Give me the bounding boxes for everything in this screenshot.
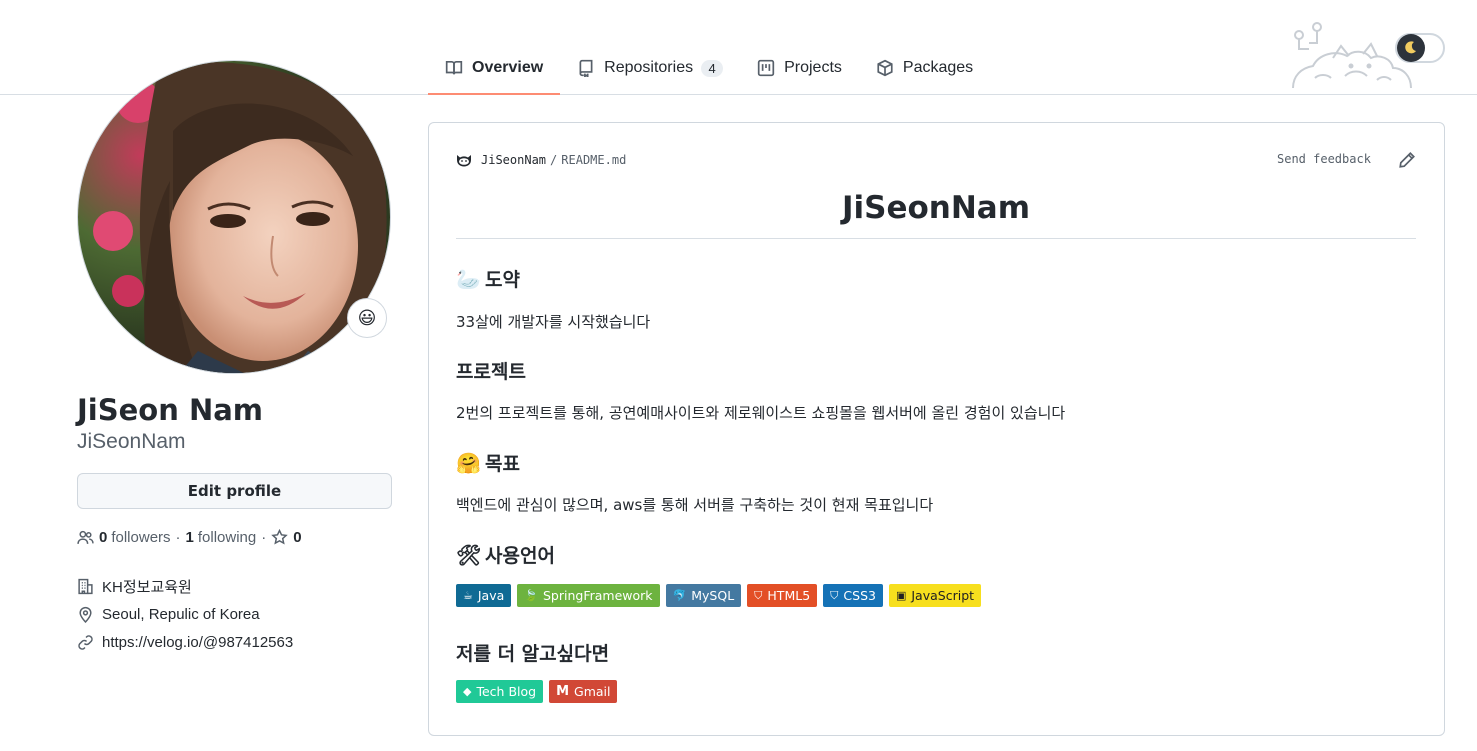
follow-stats: 0 followers · 1 following · 0 — [77, 529, 306, 546]
tab-packages[interactable]: Packages — [859, 42, 990, 94]
badge-gmail[interactable]: M Gmail — [549, 680, 618, 703]
tab-packages-label: Packages — [902, 59, 974, 76]
badge-label: Java — [477, 588, 505, 603]
tab-projects-label: Projects — [784, 59, 842, 76]
readme-file-path: JiSeonNam / README.md — [455, 152, 626, 168]
badge-mysql[interactable]: 🐬 MySQL — [665, 584, 742, 607]
location-icon — [79, 606, 92, 623]
badge-spring[interactable]: 🍃 SpringFramework — [517, 584, 660, 607]
contact-badges: ◆ Tech Blog M Gmail — [456, 680, 618, 703]
section-paragraph-leap: 33살에 개발자를 시작했습니다 — [456, 313, 651, 331]
tab-repositories-label: Repositories — [604, 59, 694, 76]
javascript-icon: ▣ — [895, 589, 907, 602]
readme-title: JiSeonNam — [841, 190, 1031, 226]
title-divider — [456, 238, 1416, 239]
badge-label: HTML5 — [767, 588, 811, 603]
badge-label: JavaScript — [911, 588, 975, 603]
velog-icon: ◆ — [463, 685, 472, 698]
edit-readme-button[interactable] — [1398, 151, 1416, 169]
following-count: 1 — [185, 529, 194, 546]
star-icon — [271, 529, 289, 545]
badge-label: Gmail — [574, 684, 611, 699]
theme-toggle-switch[interactable] — [1395, 33, 1445, 63]
badge-tech-blog[interactable]: ◆ Tech Blog — [456, 680, 544, 703]
octocat-icon — [457, 155, 471, 167]
section-paragraph-goal: 백엔드에 관심이 많으며, aws를 통해 서버를 구축하는 것이 현재 목표입… — [456, 496, 934, 514]
badge-label: Tech Blog — [476, 684, 537, 699]
tab-overview[interactable]: Overview — [428, 42, 561, 95]
organization-icon — [78, 578, 93, 594]
followers-label: followers — [111, 529, 171, 546]
stars-count: 0 — [293, 529, 302, 546]
send-feedback-link[interactable]: Send feedback — [1277, 152, 1371, 166]
section-heading-languages: 🛠 사용언어 — [456, 541, 555, 568]
hugging-face-icon: 🤗 — [456, 450, 481, 475]
profile-username: JiSeonNam — [77, 430, 186, 453]
avatar[interactable] — [77, 60, 391, 374]
section-heading-contact: 저를 더 알고싶다면 — [456, 639, 609, 666]
location-item: Seoul, Repulic of Korea — [77, 600, 293, 628]
badge-css3[interactable]: ⛉ CSS3 — [823, 584, 883, 607]
section-heading-text: 목표 — [485, 453, 520, 475]
readme-file-link[interactable]: README.md — [561, 153, 626, 167]
skill-badges: ☕ Java 🍃 SpringFramework 🐬 MySQL ⛉ HTML5 ⛉ CS… — [456, 584, 982, 607]
badge-html5[interactable]: ⛉ HTML5 — [747, 584, 818, 607]
project-icon — [757, 59, 775, 77]
profile-details: KH정보교육원 Seoul, Repulic of Korea https://… — [77, 572, 293, 656]
mysql-icon: 🐬 — [672, 589, 687, 602]
separator-dot: · — [261, 529, 267, 546]
website-item: https://velog.io/@987412563 — [77, 628, 293, 656]
avatar-photo — [78, 61, 390, 373]
separator-dot: · — [175, 529, 181, 546]
company-item: KH정보교육원 — [77, 572, 293, 600]
badge-label: SpringFramework — [542, 588, 653, 603]
section-heading-text: 프로젝트 — [456, 361, 526, 383]
gmail-icon: M — [556, 684, 570, 699]
people-icon — [77, 530, 94, 544]
package-icon — [877, 59, 893, 77]
set-status-button[interactable]: 😃 — [347, 298, 387, 338]
section-heading-text: 도약 — [485, 269, 520, 291]
book-icon — [445, 60, 463, 75]
section-heading-goal: 🤗 목표 — [456, 449, 520, 476]
edit-profile-button[interactable]: Edit profile — [77, 473, 392, 509]
swan-icon: 🦢 — [456, 266, 481, 291]
section-paragraph-project: 2번의 프로젝트를 통해, 공연예매사이트와 제로웨이스트 쇼핑몰을 웹서버에 … — [456, 404, 1066, 422]
readme-owner-link[interactable]: JiSeonNam — [481, 153, 546, 167]
stars-link[interactable]: 0 — [271, 529, 305, 546]
location-text: Seoul, Repulic of Korea — [102, 605, 260, 623]
badge-label: MySQL — [691, 588, 735, 603]
profile-avatar-container: 😃 — [77, 60, 391, 374]
company-text: KH정보교육원 — [102, 578, 192, 596]
following-label: following — [197, 529, 257, 546]
html5-icon: ⛉ — [754, 588, 763, 602]
section-heading-text: 저를 더 알고싶다면 — [456, 643, 610, 665]
badge-java[interactable]: ☕ Java — [456, 584, 512, 607]
section-heading-project: 프로젝트 — [456, 357, 526, 384]
tab-overview-label: Overview — [472, 59, 544, 76]
link-icon — [78, 634, 93, 650]
spring-icon: 🍃 — [524, 589, 538, 602]
css3-icon: ⛉ — [830, 588, 839, 602]
status-emoji: 😃 — [357, 307, 377, 328]
java-icon: ☕ — [463, 589, 473, 602]
badge-javascript[interactable]: ▣ JavaScript — [888, 584, 982, 607]
section-heading-leap: 🦢 도약 — [456, 265, 520, 292]
repo-icon — [579, 59, 593, 77]
followers-count: 0 — [99, 529, 108, 546]
repo-count-badge: 4 — [701, 59, 724, 77]
section-heading-text: 사용언어 — [485, 545, 555, 567]
path-separator: / — [550, 153, 558, 167]
tab-projects[interactable]: Projects — [740, 42, 859, 94]
tab-nav: Overview Repositories 4 Projects Package… — [428, 42, 990, 95]
badge-label: CSS3 — [843, 588, 876, 603]
tab-repositories[interactable]: Repositories 4 — [560, 42, 740, 94]
tools-icon: 🛠 — [456, 542, 482, 567]
website-link[interactable]: https://velog.io/@987412563 — [102, 634, 293, 651]
pencil-icon — [1399, 152, 1415, 168]
profile-full-name: JiSeon Nam — [77, 393, 264, 427]
following-link[interactable]: 1 following — [186, 529, 257, 546]
followers-link[interactable]: 0 followers — [99, 529, 171, 546]
